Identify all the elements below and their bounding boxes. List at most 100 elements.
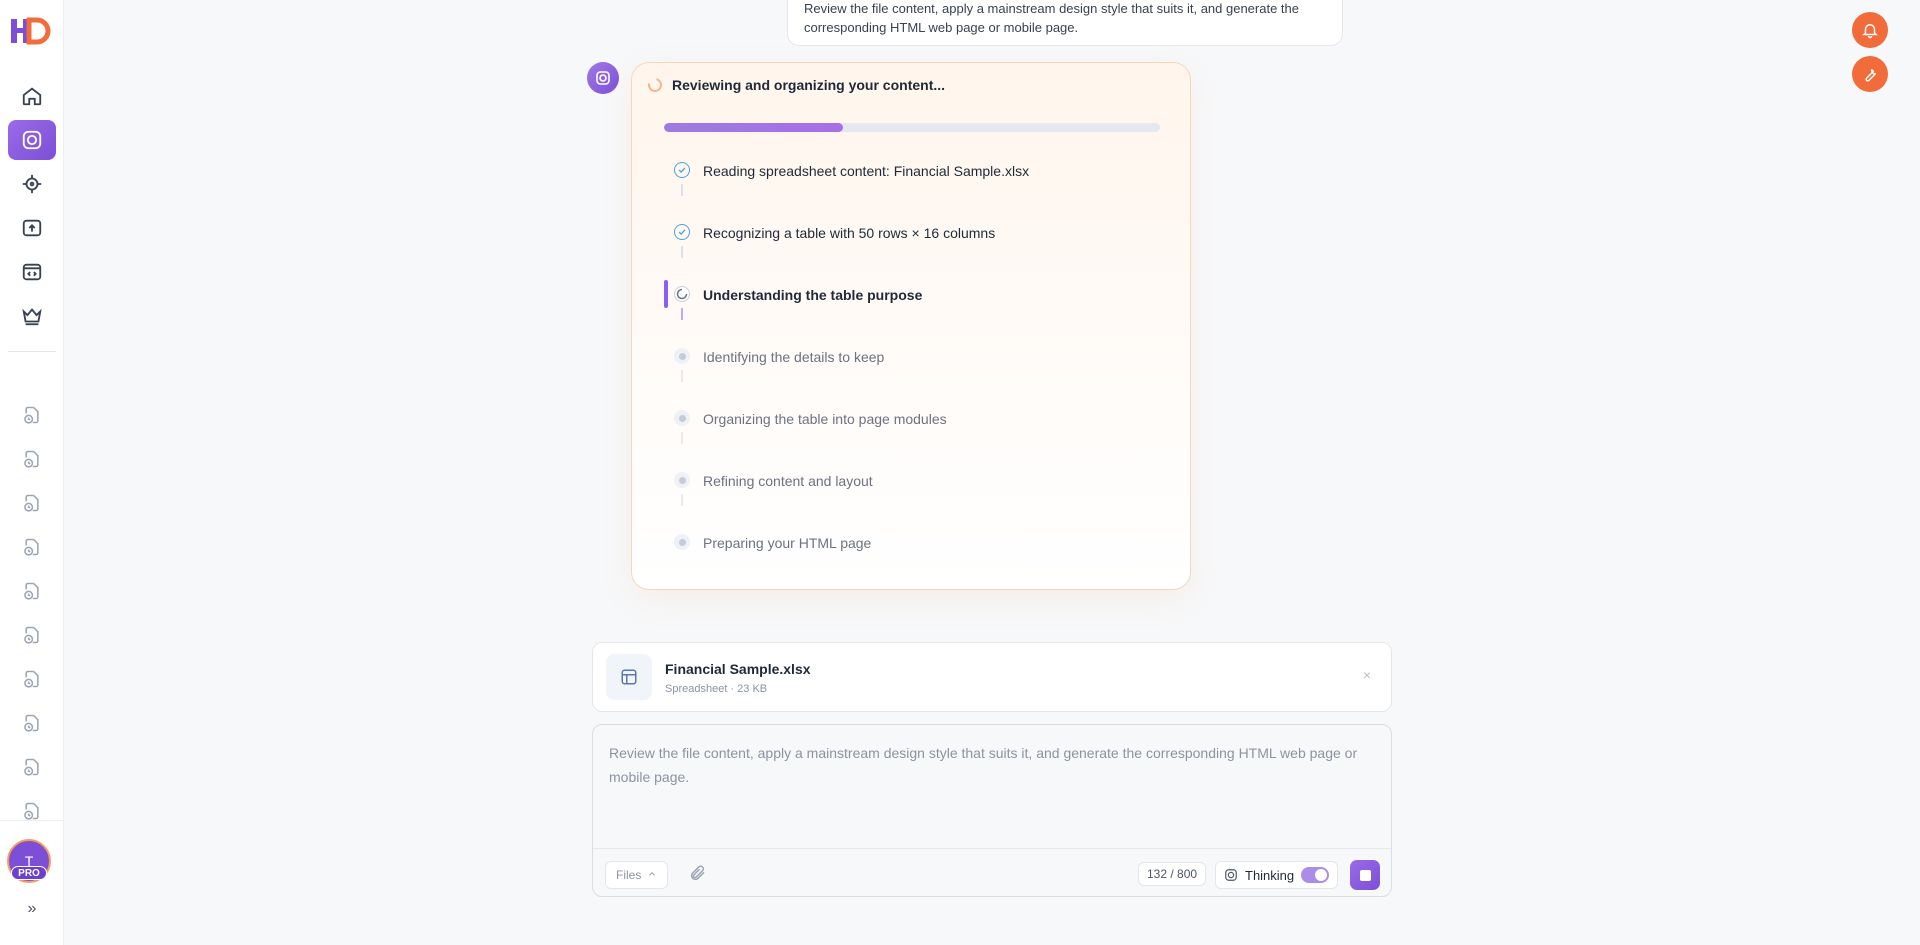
- spreadsheet-icon: [606, 654, 652, 700]
- sidebar-bottom-divider: [0, 820, 64, 821]
- files-dropdown[interactable]: Files: [605, 861, 669, 889]
- composer-toolbar: Files 132 / 800 Thinking: [593, 848, 1391, 898]
- nav-premium[interactable]: [8, 296, 56, 336]
- history-item[interactable]: [12, 442, 52, 476]
- file-history-icon: [24, 670, 39, 688]
- chevron-up-icon: [647, 868, 657, 882]
- bell-icon: [1862, 24, 1878, 39]
- code-window-icon: [22, 263, 42, 281]
- progress-title: Reviewing and organizing your content...: [672, 77, 946, 93]
- check-circle-icon: [674, 162, 690, 178]
- progress-bar: [664, 123, 1160, 132]
- sidebar-divider: [8, 351, 56, 352]
- nav-upload[interactable]: [8, 208, 56, 248]
- history-item[interactable]: [12, 750, 52, 784]
- progress-card: Reviewing and organizing your content...…: [631, 62, 1191, 590]
- attach-file-button[interactable]: [689, 864, 707, 887]
- attachment-card: Financial Sample.xlsx Spreadsheet · 23 K…: [592, 642, 1392, 712]
- history-item[interactable]: [12, 530, 52, 564]
- file-history-icon: [24, 758, 39, 776]
- file-history-icon: [24, 802, 39, 820]
- history-item[interactable]: [12, 662, 52, 696]
- aperture-icon: [22, 130, 42, 150]
- attachment-meta: Spreadsheet · 23 KB: [665, 683, 768, 695]
- step-connector: [681, 494, 683, 506]
- progress-step: Understanding the table purpose: [664, 280, 1160, 342]
- file-history-icon: [24, 626, 39, 644]
- history-item[interactable]: [12, 794, 52, 828]
- message-input[interactable]: Review the file content, apply a mainstr…: [609, 741, 1379, 789]
- history-item[interactable]: [12, 618, 52, 652]
- pending-dot-icon: [674, 410, 690, 426]
- thinking-toggle[interactable]: Thinking: [1215, 861, 1339, 889]
- upload-icon: [22, 219, 42, 237]
- history-item[interactable]: [12, 486, 52, 520]
- assistant-avatar: [587, 62, 619, 94]
- sidebar: T PRO »: [0, 0, 64, 945]
- wrench-icon: [1865, 68, 1877, 82]
- file-history-icon: [24, 406, 39, 424]
- progress-step: Organizing the table into page modules: [664, 404, 1160, 466]
- history-item[interactable]: [12, 398, 52, 432]
- nav-code[interactable]: [8, 252, 56, 292]
- pro-badge: PRO: [11, 866, 47, 880]
- user-message: Review the file content, apply a mainstr…: [787, 0, 1343, 46]
- history-item[interactable]: [12, 574, 52, 608]
- step-connector: [681, 184, 683, 196]
- home-icon: [22, 87, 42, 106]
- loading-spinner-icon: [645, 75, 665, 95]
- step-label: Recognizing a table with 50 rows × 16 co…: [703, 225, 996, 241]
- file-history-icon: [24, 714, 39, 732]
- check-circle-icon: [674, 224, 690, 240]
- aperture-icon: [1225, 869, 1237, 881]
- step-connector: [681, 308, 683, 320]
- step-connector: [681, 246, 683, 258]
- switch-knob: [1315, 869, 1328, 881]
- step-label: Understanding the table purpose: [703, 287, 923, 303]
- pending-dot-icon: [674, 534, 690, 550]
- pending-dot-icon: [674, 472, 690, 488]
- remove-attachment-button[interactable]: ×: [1363, 667, 1371, 683]
- nav-home[interactable]: [8, 76, 56, 116]
- step-label: Refining content and layout: [703, 473, 873, 489]
- crown-icon: [22, 308, 42, 326]
- aperture-icon: [596, 71, 610, 85]
- step-connector: [681, 432, 683, 444]
- target-icon: [22, 174, 42, 194]
- stop-generation-button[interactable]: [1350, 860, 1380, 890]
- progress-step: Identifying the details to keep: [664, 342, 1160, 404]
- step-label: Organizing the table into page modules: [703, 411, 947, 427]
- files-label: Files: [616, 868, 642, 882]
- character-counter: 132 / 800: [1138, 862, 1207, 886]
- loading-spinner-icon: [674, 286, 690, 302]
- attachment-name: Financial Sample.xlsx: [665, 661, 811, 677]
- file-history-icon: [24, 450, 39, 468]
- progress-header: Reviewing and organizing your content...: [645, 75, 946, 95]
- thinking-label: Thinking: [1245, 867, 1295, 883]
- file-history-icon: [24, 538, 39, 556]
- nav-explore[interactable]: [8, 164, 56, 204]
- notifications-button[interactable]: [1852, 12, 1888, 48]
- message-composer[interactable]: Review the file content, apply a mainstr…: [592, 724, 1392, 897]
- active-step-indicator: [664, 280, 668, 308]
- step-connector: [681, 370, 683, 382]
- stop-icon: [1359, 869, 1371, 881]
- thinking-switch[interactable]: [1301, 867, 1330, 883]
- file-history-icon: [24, 582, 39, 600]
- app-logo[interactable]: [8, 14, 56, 48]
- step-label: Reading spreadsheet content: Financial S…: [703, 163, 1030, 179]
- progress-bar-fill: [664, 123, 843, 132]
- progress-step: Refining content and layout: [664, 466, 1160, 528]
- nav-create[interactable]: [8, 120, 56, 160]
- file-history-icon: [24, 494, 39, 512]
- tools-button[interactable]: [1852, 56, 1888, 92]
- progress-step: Preparing your HTML page: [664, 528, 1160, 590]
- progress-step: Reading spreadsheet content: Financial S…: [664, 156, 1160, 218]
- pending-dot-icon: [674, 348, 690, 364]
- step-label: Preparing your HTML page: [703, 535, 872, 551]
- paperclip-icon: [690, 865, 705, 881]
- step-label: Identifying the details to keep: [703, 349, 885, 365]
- progress-step: Recognizing a table with 50 rows × 16 co…: [664, 218, 1160, 280]
- history-item[interactable]: [12, 706, 52, 740]
- expand-sidebar-button[interactable]: »: [18, 897, 46, 921]
